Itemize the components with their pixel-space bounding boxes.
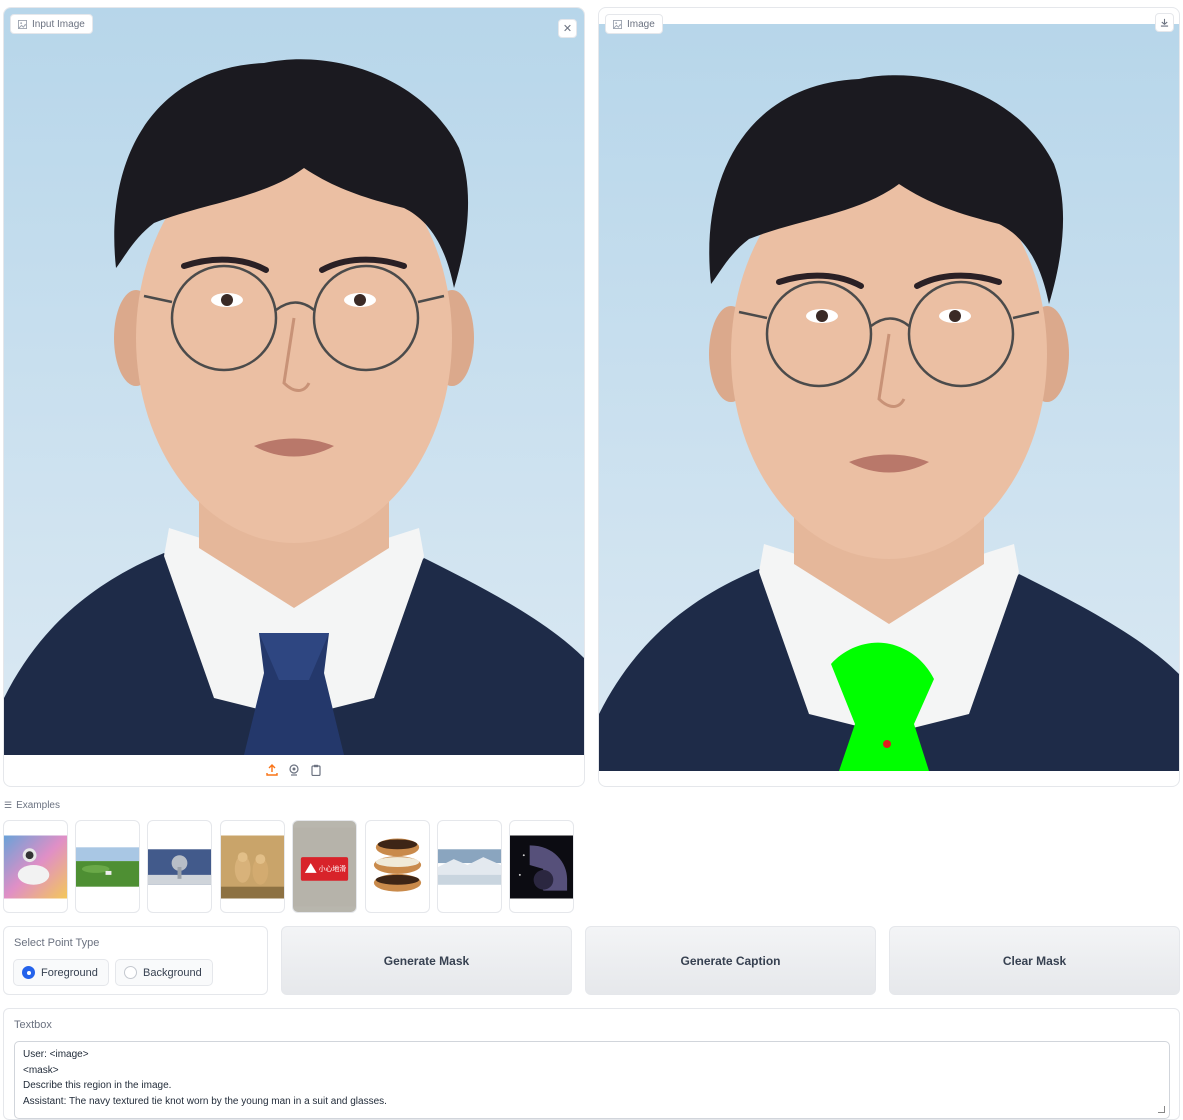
- radio-foreground[interactable]: Foreground: [13, 959, 109, 986]
- image-icon: [613, 19, 622, 29]
- webcam-icon[interactable]: [287, 763, 301, 777]
- clear-mask-button[interactable]: Clear Mask: [889, 926, 1180, 995]
- upload-icon[interactable]: [265, 763, 279, 777]
- generate-mask-button[interactable]: Generate Mask: [281, 926, 572, 995]
- example-tree-sculpture[interactable]: [147, 820, 212, 913]
- radio-background-label: Background: [143, 966, 202, 979]
- radio-dot-selected[interactable]: [22, 966, 35, 979]
- radio-dot-unselected[interactable]: [124, 966, 137, 979]
- input-image-panel[interactable]: Input Image ✕: [3, 7, 585, 787]
- list-icon: ☰: [4, 800, 13, 810]
- input-photo[interactable]: [4, 8, 584, 755]
- example-donuts[interactable]: [365, 820, 430, 913]
- example-cheetahs[interactable]: [220, 820, 285, 913]
- input-toolbar: [4, 754, 584, 786]
- generate-caption-button[interactable]: Generate Caption: [585, 926, 876, 995]
- output-image-label: Image: [627, 18, 655, 30]
- image-icon: [18, 19, 27, 29]
- point-type-group: Select Point Type Foreground Background: [3, 926, 268, 995]
- textbox-panel: Textbox User: <image> <mask> Describe th…: [3, 1008, 1180, 1120]
- input-image-label-chip: Input Image: [10, 14, 93, 34]
- example-green-landscape[interactable]: [75, 820, 140, 913]
- point-type-title: Select Point Type: [14, 937, 100, 949]
- example-astronaut-unicorn[interactable]: [3, 820, 68, 913]
- example-space-diagram[interactable]: [509, 820, 574, 913]
- output-image-panel: Image: [598, 7, 1180, 787]
- download-icon[interactable]: [1155, 13, 1174, 32]
- input-image-label: Input Image: [32, 18, 85, 30]
- example-snowy-landscape[interactable]: [437, 820, 502, 913]
- clipboard-icon[interactable]: [309, 763, 323, 777]
- radio-foreground-label: Foreground: [41, 966, 98, 979]
- output-image-label-chip: Image: [605, 14, 663, 34]
- svg-text:小心地滑: 小心地滑: [319, 863, 347, 872]
- output-photo[interactable]: [599, 24, 1179, 771]
- textbox-input[interactable]: User: <image> <mask> Describe this regio…: [14, 1041, 1170, 1119]
- textbox-label: Textbox: [14, 1019, 52, 1031]
- radio-background[interactable]: Background: [115, 959, 213, 986]
- close-icon[interactable]: ✕: [558, 19, 577, 38]
- resize-handle-icon[interactable]: [1158, 1106, 1165, 1113]
- selected-point: [883, 740, 891, 748]
- example-warning-sign[interactable]: 小心地滑: [292, 820, 357, 913]
- examples-label: ☰ Examples: [4, 800, 60, 811]
